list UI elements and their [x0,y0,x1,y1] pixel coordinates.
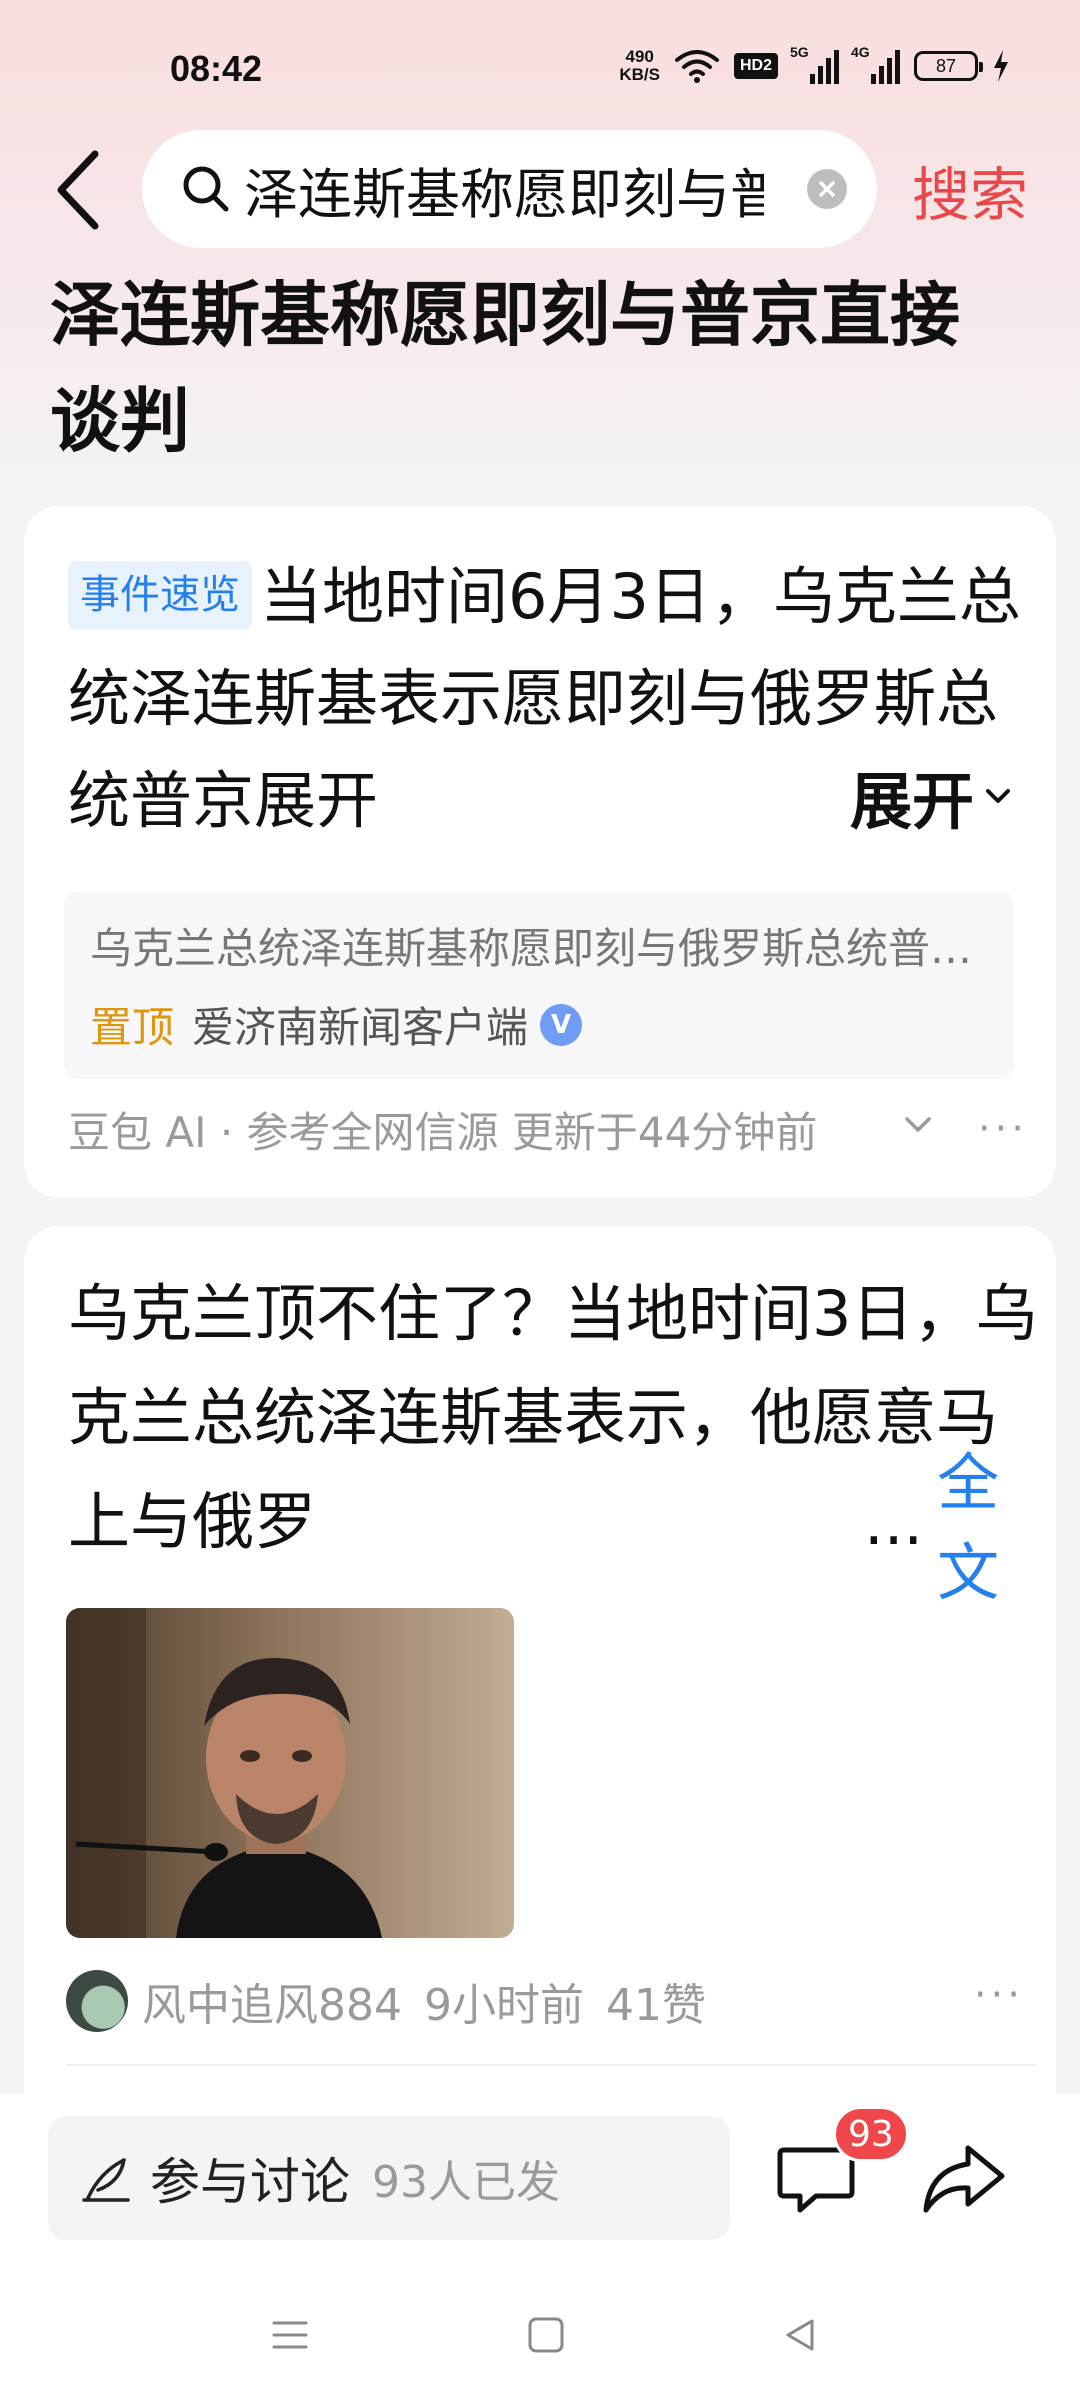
discuss-count: 93人已发 [372,2157,560,2208]
signal-bar [818,66,823,84]
feather-pen-icon [82,2158,130,2202]
full-text-link[interactable]: ... 全文 [864,1446,1056,1609]
close-icon [819,181,835,197]
pinned-label: 置顶 [90,1003,175,1052]
source-reference[interactable]: 乌克兰总统泽连斯基称愿即刻与俄罗斯总统普京直接谈判 置顶 爱济南新闻客户端 V [64,891,1014,1079]
triangle-back-icon [786,2319,814,2351]
source-name: 爱济南新闻客户端 [192,1003,529,1052]
person-portrait-icon [66,1608,514,1938]
hd-voice-badge: HD2 [733,53,778,79]
network-speed: 490 KB/S [619,48,660,84]
author-name[interactable]: 风中追风884 [142,1969,402,2033]
post-more-button[interactable]: ··· [974,1972,1024,2018]
status-bar: 08:42 490 KB/S HD2 5G 4G 87 [0,0,1080,130]
menu-nav-button[interactable] [260,2310,320,2360]
status-time: 08:42 [170,48,263,89]
more-options-button[interactable]: ··· [978,1106,1028,1152]
event-tag: 事件速览 [68,561,252,629]
signal-bar [895,50,900,84]
signal-5g-label: 5G [790,44,809,60]
ai-source-note: 豆包 AI · 参考全网信源 更新于44分钟前 [68,1107,818,1157]
share-icon [923,2145,1005,2213]
event-summary-card: 事件速览 当地时间6月3日，乌克兰总统泽连斯基表示愿即刻与俄罗斯总统普京展开 展开… [24,506,1056,1198]
post-author-row: 风中追风884 9小时前 41赞 ··· [66,1966,1036,2036]
signal-bar [826,58,831,84]
source-title: 乌克兰总统泽连斯基称愿即刻与俄罗斯总统普京直接谈判 [90,924,988,973]
charging-icon [992,50,1010,82]
divider [66,2064,1036,2066]
comment-count-badge: 93 [833,2106,909,2162]
collapse-toggle[interactable] [898,1104,938,1154]
avatar[interactable] [66,1970,128,2032]
signal-4g-icon: 4G [851,44,900,84]
search-query: 泽连斯基称愿即刻与普京直接谈判 [244,162,764,226]
signal-bar [879,66,884,84]
signal-bar [834,50,839,84]
event-card-footer: 豆包 AI · 参考全网信源 更新于44分钟前 ··· [68,1094,1028,1164]
back-nav-button[interactable] [770,2310,830,2360]
post-image[interactable] [66,1608,514,1938]
battery-level: 87 [935,55,957,76]
signal-bar [887,58,892,84]
signal-bar [810,74,815,84]
wifi-icon [674,48,720,84]
join-discussion-button[interactable]: 参与讨论 93人已发 [48,2116,730,2240]
text-ellipsis: ... [864,1485,924,1559]
source-meta: 置顶 爱济南新闻客户端 V [90,994,988,1055]
search-icon [183,166,229,212]
verified-icon: V [540,1003,583,1046]
expand-label: 展开 [849,765,974,838]
page-title: 泽连斯基称愿即刻与普京直接谈判 [50,274,960,462]
signal-4g-label: 4G [851,44,870,60]
signal-bar [871,74,876,84]
chevron-down-icon [905,1117,931,1132]
home-nav-button[interactable] [516,2310,576,2360]
like-count: 41赞 [605,1980,706,2031]
chevron-left-icon [57,150,99,230]
discuss-label: 参与讨论 [150,2153,350,2211]
network-speed-unit: KB/S [619,65,660,84]
share-button[interactable] [918,2134,1008,2224]
system-nav-bar [0,2270,1080,2400]
battery-icon: 87 [914,51,983,81]
menu-icon [272,2321,308,2349]
full-text-label: 全文 [937,1446,1000,1609]
expand-button[interactable]: 展开 [779,746,1016,846]
signal-5g-icon: 5G [790,44,839,84]
search-button[interactable]: 搜索 [912,148,1028,232]
back-button[interactable] [48,145,108,235]
network-speed-value: 490 [625,47,654,66]
clear-search-button[interactable] [807,169,847,209]
square-icon [528,2317,564,2353]
chevron-down-icon [986,789,1010,803]
search-input[interactable]: 泽连斯基称愿即刻与普京直接谈判 [142,130,877,248]
post-time: 9小时前 [423,1980,584,2031]
status-icons: 490 KB/S HD2 5G 4G 87 [619,44,1010,88]
